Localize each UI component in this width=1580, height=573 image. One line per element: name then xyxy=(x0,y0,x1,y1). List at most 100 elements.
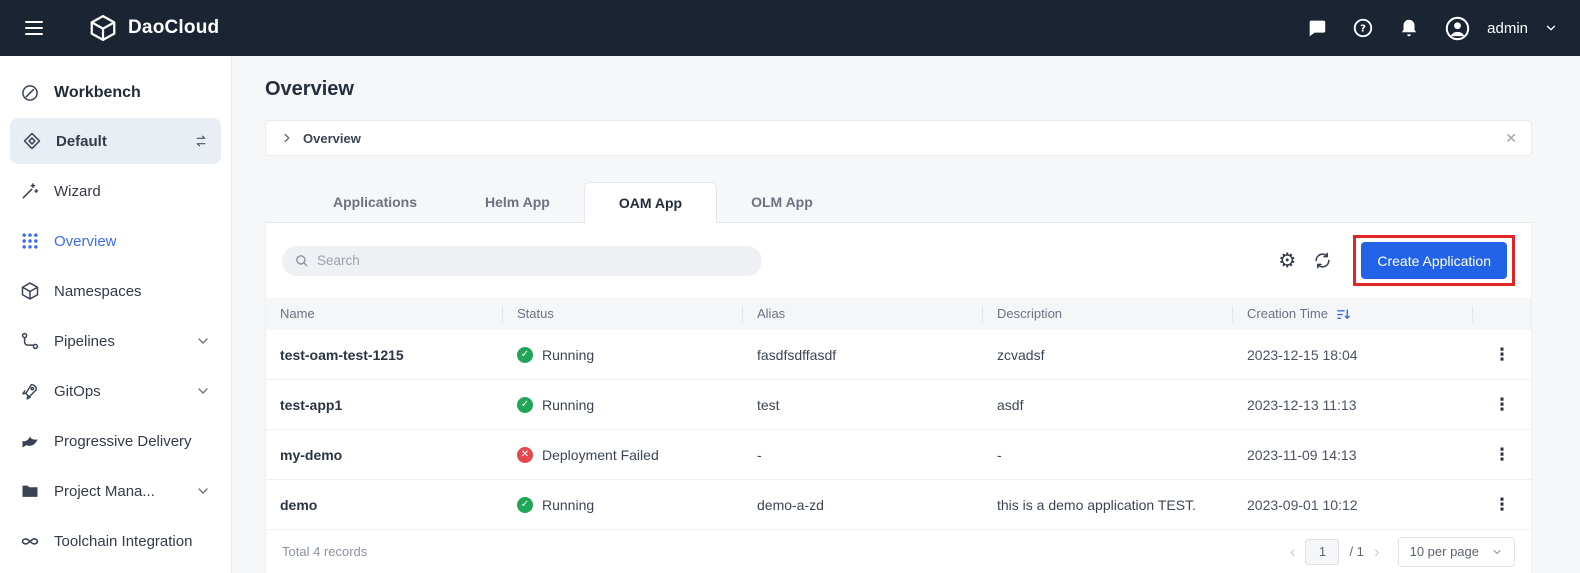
alias-cell: - xyxy=(757,446,762,463)
chevron-down-icon xyxy=(195,333,211,349)
workspace-icon xyxy=(22,131,42,151)
username[interactable]: admin xyxy=(1487,20,1528,37)
table-row: demo Running demo-a-zd this is a demo ap… xyxy=(266,480,1531,530)
create-application-button[interactable]: Create Application xyxy=(1361,242,1507,279)
avatar[interactable] xyxy=(1444,15,1471,42)
pipelines-icon xyxy=(20,331,40,351)
status-cell: Running xyxy=(503,396,743,413)
chat-icon[interactable] xyxy=(1306,17,1328,39)
sidebar-item-gitops[interactable]: GitOps xyxy=(0,366,231,416)
toolbar-actions: Create Application xyxy=(1278,235,1515,286)
infinity-icon xyxy=(20,531,40,551)
sidebar-item-label: Overview xyxy=(54,232,117,250)
table-row: test-app1 Running test asdf 2023-12-13 1… xyxy=(266,380,1531,430)
row-actions-kebab-icon[interactable] xyxy=(1494,496,1511,513)
workbench-icon xyxy=(20,83,40,103)
search-box[interactable] xyxy=(282,245,762,276)
help-icon[interactable]: ? xyxy=(1352,17,1374,39)
sidebar-item-label: Progressive Delivery xyxy=(54,432,192,450)
sidebar-item-progressive-delivery[interactable]: Progressive Delivery xyxy=(0,416,231,466)
row-actions-kebab-icon[interactable] xyxy=(1494,346,1511,363)
status-cell: Running xyxy=(503,496,743,513)
row-actions-kebab-icon[interactable] xyxy=(1494,446,1511,463)
table-footer: Total 4 records / 1 10 per page xyxy=(266,530,1531,573)
table-row: my-demo Deployment Failed - - 2023-11-09… xyxy=(266,430,1531,480)
sidebar-item-overview[interactable]: Overview xyxy=(0,216,231,266)
column-header-label: Creation Time xyxy=(1247,306,1328,321)
sidebar-item-label: Toolchain Integration xyxy=(54,532,193,550)
chevron-down-icon[interactable] xyxy=(1544,21,1558,35)
sidebar-item-project-management[interactable]: Project Mana... xyxy=(0,466,231,516)
chevron-down-icon xyxy=(1491,546,1503,558)
refresh-icon[interactable] xyxy=(1313,251,1332,270)
svg-text:?: ? xyxy=(1360,24,1366,35)
next-page-icon[interactable] xyxy=(1374,543,1380,560)
description-cell: asdf xyxy=(997,396,1024,413)
page-total: / 1 xyxy=(1349,544,1364,559)
main-content: Overview Overview Applications Helm App … xyxy=(232,56,1580,573)
tab-applications[interactable]: Applications xyxy=(299,182,451,222)
page-size-select[interactable]: 10 per page xyxy=(1397,536,1515,567)
sidebar-item-label: GitOps xyxy=(54,382,101,400)
actions-cell xyxy=(1473,396,1531,413)
gitops-icon xyxy=(20,381,40,401)
sidebar-item-default-workspace[interactable]: Default xyxy=(10,118,221,164)
column-header-alias: Alias xyxy=(743,306,983,322)
tab-bar: Applications Helm App OAM App OLM App xyxy=(265,182,1532,223)
row-actions-kebab-icon[interactable] xyxy=(1494,396,1511,413)
switch-workspace-icon[interactable] xyxy=(193,133,209,149)
alias-cell: test xyxy=(757,396,780,413)
sidebar-item-label: Wizard xyxy=(54,182,101,200)
prev-page-icon[interactable] xyxy=(1290,543,1296,560)
table-row: test-oam-test-1215 Running fasdfsdffasdf… xyxy=(266,330,1531,380)
sort-descending-icon[interactable] xyxy=(1336,307,1351,322)
app-name-link[interactable]: test-oam-test-1215 xyxy=(266,347,503,363)
column-header-actions xyxy=(1473,306,1531,322)
brand-name: DaoCloud xyxy=(128,17,220,38)
search-input[interactable] xyxy=(317,253,750,268)
app-name-link[interactable]: test-app1 xyxy=(266,397,503,413)
bell-icon[interactable] xyxy=(1398,17,1420,39)
menu-toggle-icon[interactable] xyxy=(22,16,46,40)
actions-cell xyxy=(1473,496,1531,513)
table-toolbar: Create Application xyxy=(266,223,1531,298)
column-header-description: Description xyxy=(983,306,1233,322)
pagination: / 1 10 per page xyxy=(1290,536,1515,567)
app-name-link[interactable]: my-demo xyxy=(266,447,503,463)
sidebar-item-wizard[interactable]: Wizard xyxy=(0,166,231,216)
column-header-name: Name xyxy=(266,306,503,322)
daocloud-logo-icon xyxy=(88,13,118,43)
status-error-icon xyxy=(517,446,533,463)
column-header-creation-time: Creation Time xyxy=(1233,306,1473,322)
status-cell: Deployment Failed xyxy=(503,446,743,463)
sidebar-item-label: Workbench xyxy=(54,84,141,101)
gear-icon[interactable] xyxy=(1278,251,1296,271)
brand[interactable]: DaoCloud xyxy=(88,13,219,43)
actions-cell xyxy=(1473,446,1531,463)
sidebar-item-label: Namespaces xyxy=(54,282,142,300)
status-label: Running xyxy=(542,496,595,513)
breadcrumb: Overview xyxy=(265,120,1532,156)
sidebar-item-workbench[interactable]: Workbench xyxy=(0,68,231,118)
annotation-highlight-box: Create Application xyxy=(1353,235,1515,286)
tab-helm-app[interactable]: Helm App xyxy=(451,182,584,222)
status-cell: Running xyxy=(503,346,743,363)
oam-app-panel: Create Application Name Status Alias Des… xyxy=(265,223,1532,573)
sidebar-item-namespaces[interactable]: Namespaces xyxy=(0,266,231,316)
breadcrumb-item[interactable]: Overview xyxy=(303,131,361,146)
status-label: Running xyxy=(542,396,595,413)
description-cell: - xyxy=(997,446,1002,463)
wizard-icon xyxy=(20,181,40,201)
sidebar-item-pipelines[interactable]: Pipelines xyxy=(0,316,231,366)
sidebar-item-label: Project Mana... xyxy=(54,482,155,500)
page-title: Overview xyxy=(265,78,354,100)
tab-olm-app[interactable]: OLM App xyxy=(717,182,847,222)
page-input[interactable] xyxy=(1305,538,1340,565)
close-icon[interactable] xyxy=(1505,131,1517,145)
sidebar-item-toolchain-integration[interactable]: Toolchain Integration xyxy=(0,516,231,566)
chevron-right-icon xyxy=(280,131,294,145)
tab-oam-app[interactable]: OAM App xyxy=(583,182,718,223)
app-name-link[interactable]: demo xyxy=(266,497,503,513)
total-records: Total 4 records xyxy=(282,544,368,559)
actions-cell xyxy=(1473,346,1531,363)
